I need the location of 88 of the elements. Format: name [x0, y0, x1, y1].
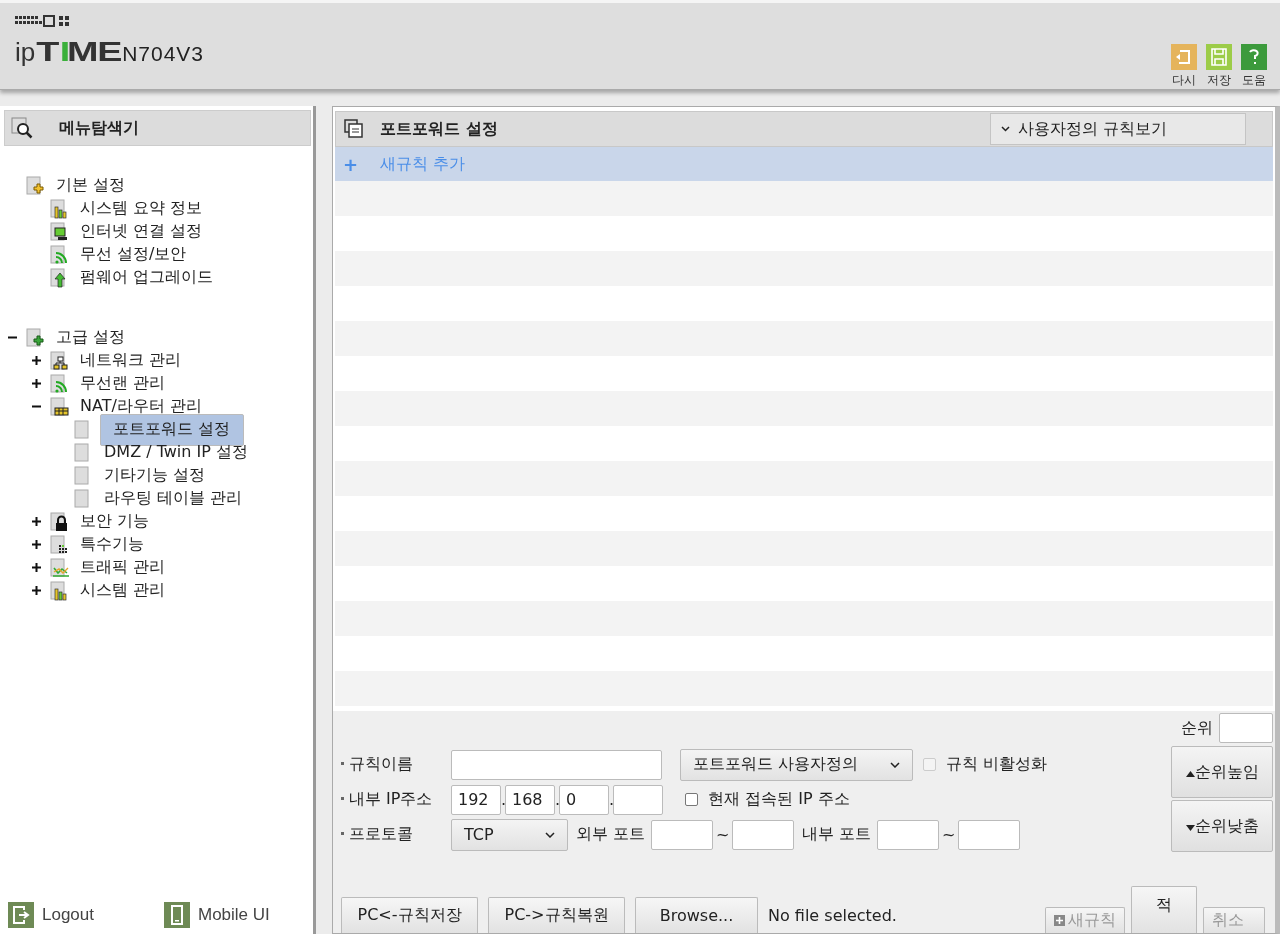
down-triangle-icon [1185, 824, 1195, 831]
phone-icon [164, 902, 190, 928]
chevron-icon [545, 831, 555, 838]
field-label: 내부 IP주소 [339, 789, 451, 810]
menu-item[interactable]: 보안 기능 [76, 510, 154, 533]
undo-icon [1171, 44, 1197, 70]
menu-item[interactable]: 인터넷 연결 설정 [76, 220, 207, 243]
field-label: 순위 [1181, 717, 1213, 739]
expand-icon[interactable] [32, 540, 41, 549]
menu-item[interactable]: 고급 설정 [52, 326, 130, 349]
menu-item[interactable]: 무선랜 관리 [76, 372, 170, 395]
range-separator: ~ [941, 825, 957, 844]
browse-button[interactable]: Browse... [635, 897, 758, 933]
menu-item[interactable]: 기타기능 설정 [100, 464, 210, 487]
save-button[interactable]: 저장 [1205, 44, 1233, 89]
port-field[interactable] [958, 819, 1021, 850]
protocol-select[interactable]: TCP [451, 818, 568, 851]
ip-octet-field[interactable]: 192 [451, 784, 501, 815]
search-icon [11, 117, 35, 139]
ip-separator: . [609, 790, 613, 809]
exit-icon [8, 902, 34, 928]
network-icon [50, 350, 70, 371]
chart-icon [50, 198, 70, 219]
help-button[interactable]: 도움 [1240, 44, 1268, 89]
menu-item[interactable]: 시스템 관리 [76, 579, 170, 602]
traffic-icon [50, 557, 70, 578]
wifi-icon [50, 373, 70, 394]
router-icon [50, 396, 70, 417]
window-icon [344, 119, 364, 139]
menu-item[interactable]: 무선 설정/보안 [76, 243, 191, 266]
checkbox-label: 현재 접속된 IP 주소 [708, 789, 850, 810]
rule-name-field[interactable] [451, 749, 662, 780]
port-field[interactable] [651, 819, 714, 850]
checkbox[interactable] [685, 793, 698, 806]
apply-button[interactable]: 적 [1131, 886, 1197, 933]
field-label: 규칙이름 [339, 754, 451, 775]
help-icon [1241, 44, 1267, 70]
menu-item[interactable]: 시스템 요약 정보 [76, 197, 207, 220]
mobile-link[interactable]: Mobile UI [164, 902, 270, 928]
port-field[interactable] [732, 819, 795, 850]
ip-separator: . [555, 790, 559, 809]
menu-item[interactable]: 포트포워드 설정 [100, 413, 244, 446]
reload-button[interactable]: 다시 [1170, 44, 1198, 89]
file-status: No file selected. [768, 906, 897, 925]
save-to-pc-button[interactable]: PC<-규칙저장 [341, 897, 478, 933]
chart-icon [50, 580, 70, 601]
menu-item[interactable]: 특수기능 [76, 533, 148, 556]
port-field[interactable] [877, 819, 940, 850]
menu-item[interactable]: 트래픽 관리 [76, 556, 170, 579]
up-triangle-icon [1185, 770, 1195, 777]
menu-item[interactable]: 기본 설정 [52, 174, 130, 197]
menu-item[interactable]: 펌웨어 업그레이드 [76, 266, 218, 289]
expand-icon[interactable] [32, 379, 41, 388]
brand-logo: ipTIMEN704V3 [15, 38, 205, 66]
field-label: 외부 포트 [576, 824, 646, 845]
plus-icon [1054, 915, 1065, 926]
ip-octet-field[interactable]: 0 [559, 784, 609, 815]
ip-separator: . [501, 790, 505, 809]
view-dropdown[interactable]: 사용자정의 규칙보기 [990, 113, 1246, 145]
plus-icon: + [343, 153, 359, 175]
range-separator: ~ [714, 825, 731, 844]
order-field[interactable] [1219, 713, 1273, 743]
field-label: 내부 포트 [802, 824, 872, 845]
menu-item[interactable]: 네트워크 관리 [76, 349, 186, 372]
chevron-icon [890, 761, 900, 768]
move-up-button[interactable]: 순위높임 [1171, 746, 1273, 798]
field-label: 프로토콜 [339, 824, 451, 845]
expand-icon[interactable] [32, 563, 41, 572]
panel-title: 포트포워드 설정 [380, 118, 499, 140]
ip-octet-field[interactable]: 168 [505, 784, 555, 815]
logout-link[interactable]: Logout [8, 902, 94, 928]
star-folder-icon [26, 175, 46, 196]
wifi-icon [50, 244, 70, 265]
chevron-icon [1001, 126, 1010, 132]
rule-type-select[interactable]: 포트포워드 사용자정의 [680, 748, 913, 781]
move-down-button[interactable]: 순위낮춤 [1171, 800, 1273, 852]
checkbox-label: 규칙 비활성화 [946, 754, 1048, 775]
ip-octet-field[interactable] [613, 784, 663, 815]
plus-folder-icon [26, 327, 46, 348]
expand-icon[interactable] [32, 356, 41, 365]
monitor-icon [50, 221, 70, 242]
lock-icon [50, 511, 70, 532]
dots-icon [50, 534, 70, 555]
expand-icon[interactable] [32, 586, 41, 595]
sidebar-title: 메뉴탐색기 [4, 110, 311, 146]
expand-icon[interactable] [32, 517, 41, 526]
restore-from-pc-button[interactable]: PC->규칙복원 [488, 897, 625, 933]
menu-item[interactable]: 라우팅 테이블 관리 [100, 487, 247, 510]
